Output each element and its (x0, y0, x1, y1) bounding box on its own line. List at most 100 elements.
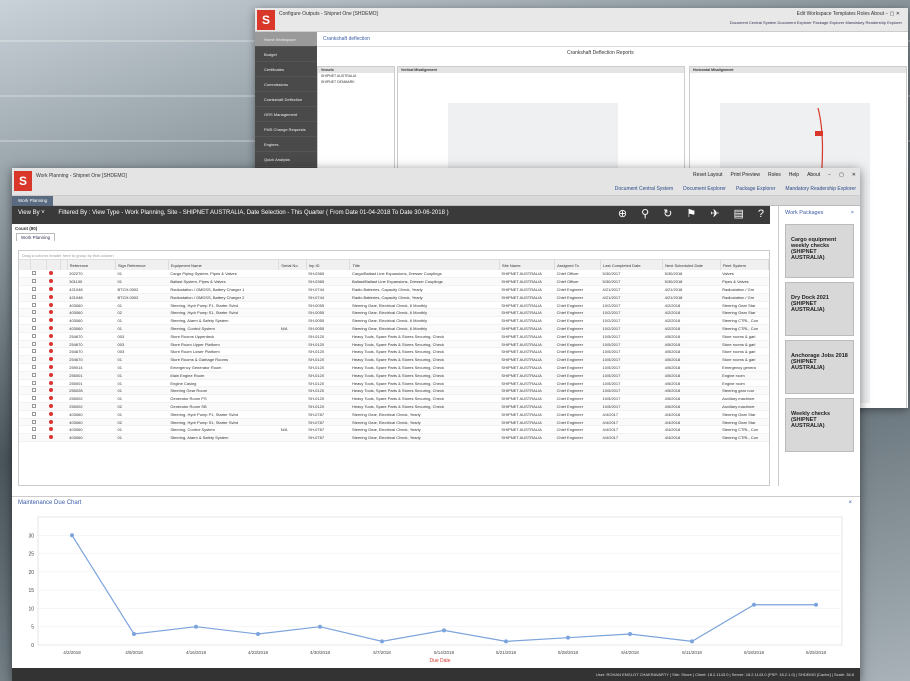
row-expander[interactable] (19, 418, 31, 427)
work-package-item[interactable]: Cargo equipment weekly checks (SHIPNET A… (785, 224, 854, 278)
view-by-dropdown[interactable]: View By ˅ (18, 210, 45, 216)
back-sidebar-item[interactable]: Budget (255, 47, 317, 62)
table-row[interactable]: 403060 01 Steering, Hydr Pump P1, Starter … (19, 301, 769, 310)
back-sidebar-item[interactable]: GRS Management (255, 107, 317, 122)
column-header[interactable]: Last Completed Date (600, 260, 664, 270)
close-icon[interactable]: ✕ (852, 172, 856, 178)
row-expander[interactable] (19, 410, 31, 419)
row-checkbox[interactable] (30, 371, 47, 380)
help-button[interactable]: Help (789, 172, 799, 178)
row-expander[interactable] (19, 324, 31, 333)
row-checkbox[interactable] (30, 293, 47, 302)
row-checkbox[interactable] (30, 379, 47, 388)
row-checkbox[interactable] (30, 418, 47, 427)
column-header[interactable]: Assigned To (554, 260, 602, 270)
table-row[interactable]: 255001 01 Engine Casing SH-0120 Heavy Tools,… (19, 379, 769, 388)
tab-work-planning[interactable]: Work Planning (12, 196, 54, 206)
table-row[interactable]: 202270 01 Cargo Piping System, Pipes & Val… (19, 270, 769, 279)
column-header[interactable]: Sign Reference (115, 260, 169, 270)
row-checkbox[interactable] (30, 433, 47, 443)
row-checkbox[interactable] (30, 347, 47, 357)
row-checkbox[interactable] (30, 386, 47, 396)
row-checkbox[interactable] (30, 340, 47, 349)
column-header[interactable]: Reference (67, 260, 117, 270)
back-sidebar-item[interactable]: FMS Change Requests (255, 122, 317, 137)
print-preview-button[interactable]: Print Preview (731, 172, 760, 178)
table-row[interactable]: 254670 003 Store Rooms Upperdeck SH-0120 Hea… (19, 332, 769, 341)
row-checkbox[interactable] (30, 308, 47, 318)
row-checkbox[interactable] (30, 316, 47, 326)
table-row[interactable]: 255001 01 Main Engine Room SH-0120 Heavy Too… (19, 371, 769, 380)
table-row[interactable]: 301100 01 Ballast System, Pipes & Valves SH… (19, 277, 769, 287)
work-package-item[interactable]: Weekly checks (SHIPNET AUSTRALIA) (785, 398, 854, 452)
row-expander[interactable] (19, 316, 31, 326)
row-expander[interactable] (19, 332, 31, 341)
back-menu-links[interactable]: Document Central System Document Explore… (730, 20, 902, 25)
row-expander[interactable] (19, 340, 31, 349)
row-expander[interactable] (19, 379, 31, 388)
table-row[interactable]: 255028 01 Steering Gear Room SH-0120 Heavy T… (19, 386, 769, 396)
refresh-icon[interactable]: ↻ (663, 208, 672, 220)
column-header[interactable]: Inp ID (306, 260, 351, 270)
row-expander[interactable] (19, 371, 31, 380)
row-expander[interactable] (19, 301, 31, 310)
row-checkbox[interactable] (30, 363, 47, 372)
row-checkbox[interactable] (30, 410, 47, 419)
row-expander[interactable] (19, 270, 31, 279)
filter-icon[interactable]: ⚲ (641, 208, 649, 220)
table-row[interactable]: 421048 BTCH.0002 Radiostation / GMDSS, Bat… (19, 285, 769, 294)
table-row[interactable]: 403060 01 Steering, Control System N/A SH-00… (19, 324, 769, 333)
table-row[interactable]: 255002 01 Generator Room PS SH-0120 Heavy To… (19, 394, 769, 404)
row-expander[interactable] (19, 285, 31, 294)
row-checkbox[interactable] (30, 301, 47, 310)
back-sidebar-item[interactable]: Engines (255, 137, 317, 152)
table-row[interactable]: 254670 003 Store Room Lower Platform SH-012… (19, 347, 769, 357)
column-header[interactable]: Title (349, 260, 500, 270)
flag-icon[interactable]: ⚑ (686, 208, 696, 220)
wrench-icon[interactable]: ✈ (710, 208, 719, 220)
row-expander[interactable] (19, 308, 31, 318)
table-row[interactable]: 255002 02 Generator Room SB SH-0120 Heavy To… (19, 402, 769, 411)
row-checkbox[interactable] (30, 270, 47, 279)
table-row[interactable]: 403060 02 Steering, Hydr Pump S1, Starter … (19, 418, 769, 427)
row-checkbox[interactable] (30, 425, 47, 435)
back-sidebar-item[interactable]: Commissions (255, 77, 317, 92)
subtab-work-planning[interactable]: Work Planning (16, 233, 56, 241)
column-header[interactable]: Next Scheduled Date (662, 260, 721, 270)
add-icon[interactable]: ⊕ (618, 208, 627, 220)
help-icon[interactable]: ? (758, 208, 764, 220)
row-checkbox[interactable] (30, 355, 47, 365)
row-expander[interactable] (19, 386, 31, 396)
back-sidebar-item[interactable]: Quick Analysis (255, 152, 317, 167)
back-sidebar-item[interactable]: Certificates (255, 62, 317, 77)
table-row[interactable]: 403060 01 Steering, Control System N/A SH-07… (19, 425, 769, 435)
row-checkbox[interactable] (30, 402, 47, 411)
row-checkbox[interactable] (30, 394, 47, 404)
column-header[interactable]: Fleet System (720, 260, 769, 270)
reset-layout-button[interactable]: Reset Layout (693, 172, 722, 178)
mandatory-readership-link[interactable]: Mandatory Readership Explorer (785, 186, 856, 192)
row-expander[interactable] (19, 394, 31, 404)
about-button[interactable]: About (807, 172, 820, 178)
close-icon[interactable]: × (848, 500, 852, 506)
table-row[interactable]: 403060 01 Steering, Alarm & Safety System S… (19, 316, 769, 326)
table-row[interactable]: 259014 01 Emergency Generator Room SH-0120 H… (19, 363, 769, 372)
work-package-item[interactable]: Dry Dock 2021 (SHIPNET AUSTRALIA) (785, 282, 854, 336)
row-checkbox[interactable] (30, 332, 47, 341)
document-explorer-link[interactable]: Document Explorer (683, 186, 726, 192)
row-expander[interactable] (19, 363, 31, 372)
row-expander[interactable] (19, 293, 31, 302)
minimize-icon[interactable]: − (828, 172, 831, 178)
table-row[interactable]: 403060 01 Steering, Alarm & Safety System S… (19, 433, 769, 443)
table-row[interactable]: 403060 02 Steering, Hydr Pump S1, Starter … (19, 308, 769, 318)
row-expander[interactable] (19, 433, 31, 443)
close-icon[interactable]: × (851, 210, 854, 216)
row-expander[interactable] (19, 425, 31, 435)
row-expander[interactable] (19, 355, 31, 365)
row-expander[interactable] (19, 402, 31, 411)
roles-button[interactable]: Roles (768, 172, 781, 178)
row-expander[interactable] (19, 277, 31, 287)
table-row[interactable]: 421048 BTCH.0002 Radiostation / GMDSS, Bat… (19, 293, 769, 302)
row-checkbox[interactable] (30, 324, 47, 333)
maximize-icon[interactable]: ▢ (839, 172, 844, 178)
